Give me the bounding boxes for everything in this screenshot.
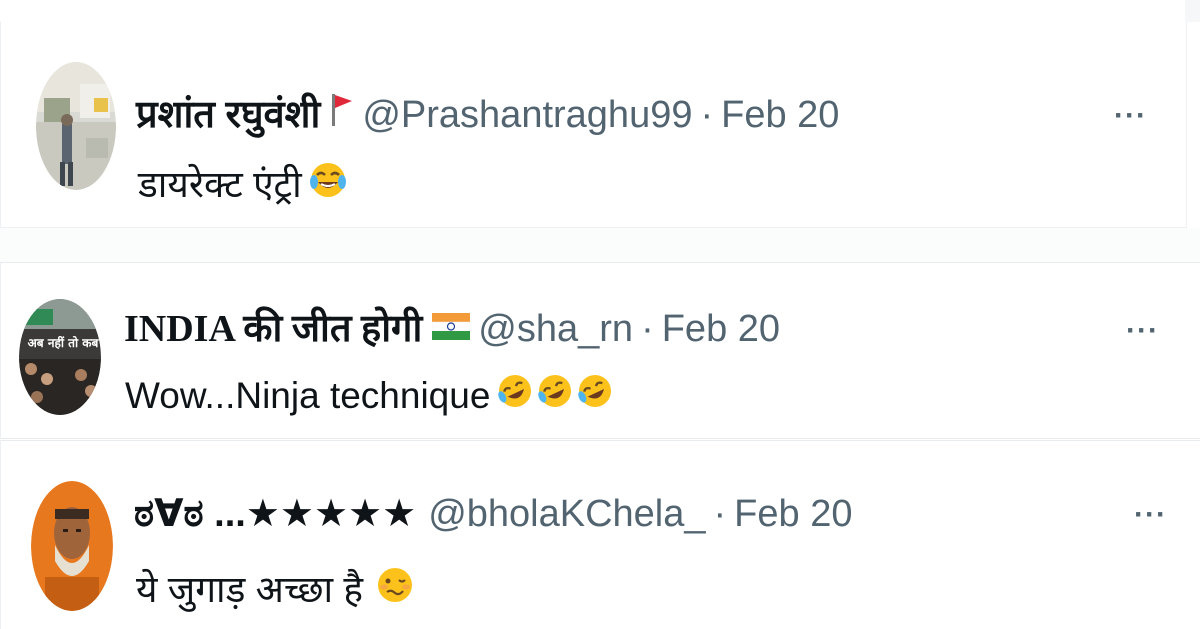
avatar[interactable] xyxy=(31,481,113,611)
divider-gap xyxy=(0,228,1200,262)
display-name[interactable]: प्रशांत रघुवंशी xyxy=(136,93,320,137)
user-handle[interactable]: @bholaKChela_ xyxy=(428,492,705,536)
tweet-card[interactable]: अब नहीं तो कब INDIA की जीत होगी @sha_rn … xyxy=(0,262,1200,439)
tweet-body: डायरेक्ट एंट्री xyxy=(138,164,302,205)
woozy-face-icon xyxy=(375,565,415,615)
more-options-button[interactable]: ··· xyxy=(1126,316,1159,346)
avatar-photo xyxy=(31,481,113,611)
tweet-card[interactable]: प्रशांत रघुवंशी @Prashantraghu99 · Feb 2… xyxy=(0,22,1187,228)
more-options-button[interactable]: ··· xyxy=(1134,500,1167,530)
separator: · xyxy=(641,308,654,350)
scroll-gutter xyxy=(1185,0,1200,22)
tweet-body: ये जुगाड़ अच्छा है xyxy=(136,569,364,610)
display-name[interactable]: ಠ∀ಠ ...★★★★★ xyxy=(134,492,416,536)
india-flag-icon xyxy=(432,307,471,351)
rolling-on-floor-laughing-icon xyxy=(576,371,614,421)
rolling-on-floor-laughing-icon xyxy=(536,371,574,421)
avatar-photo xyxy=(36,62,116,190)
tweet-date[interactable]: Feb 20 xyxy=(721,93,839,137)
display-name[interactable]: INDIA की जीत होगी xyxy=(124,307,422,351)
tweet-header: प्रशांत रघुवंशी @Prashantraghu99 · Feb 2… xyxy=(136,92,839,138)
avatar[interactable] xyxy=(36,62,116,190)
separator: · xyxy=(700,94,714,136)
rolling-on-floor-laughing-icon xyxy=(496,371,534,421)
red-flag-icon xyxy=(330,92,354,138)
more-options-button[interactable]: ··· xyxy=(1114,101,1147,131)
avatar[interactable]: अब नहीं तो कब xyxy=(19,299,101,415)
user-handle[interactable]: @sha_rn xyxy=(478,307,633,351)
tweet-body: Wow...Ninja technique xyxy=(125,375,491,416)
tweet-header: INDIA की जीत होगी @sha_rn · Feb 20 xyxy=(124,307,780,351)
tweet-date[interactable]: Feb 20 xyxy=(734,492,852,536)
user-handle[interactable]: @Prashantraghu99 xyxy=(362,93,692,137)
tweet-date[interactable]: Feb 20 xyxy=(662,307,780,351)
avatar-photo: अब नहीं तो कब xyxy=(19,299,101,415)
tweet-header: ಠ∀ಠ ...★★★★★ @bholaKChela_ · Feb 20 xyxy=(134,492,852,536)
avatar-caption: अब नहीं तो कब xyxy=(28,335,100,350)
separator: · xyxy=(713,493,727,535)
tweet-card[interactable]: ಠ∀ಠ ...★★★★★ @bholaKChela_ · Feb 20 ये ज… xyxy=(0,440,1200,629)
face-with-tears-of-joy-icon xyxy=(308,160,348,210)
tweet-text: Wow...Ninja technique xyxy=(125,371,614,421)
tweet-text: ये जुगाड़ अच्छा है xyxy=(136,565,415,615)
tweet-text: डायरेक्ट एंट्री xyxy=(138,160,348,210)
previous-tweet-edge xyxy=(0,0,1185,23)
